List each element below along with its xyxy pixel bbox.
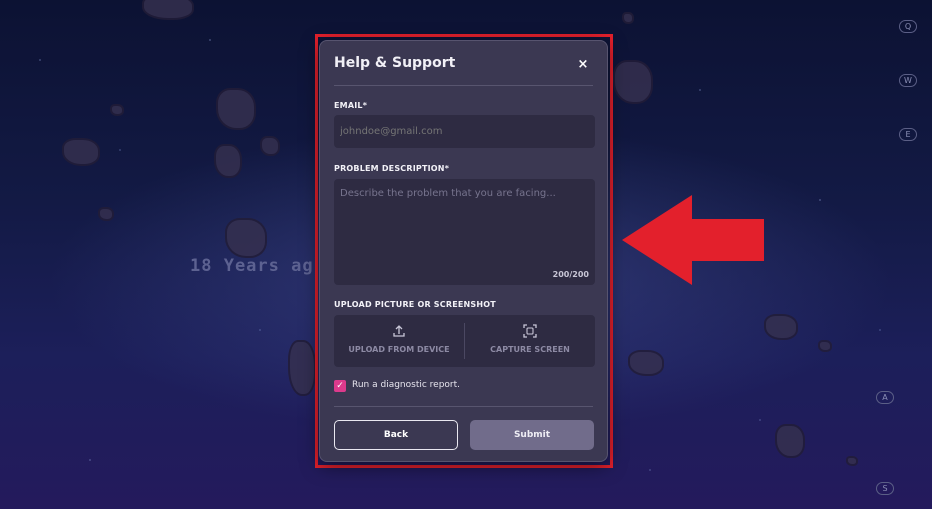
- key-hint-q: Q: [899, 20, 917, 33]
- submit-button[interactable]: Submit: [470, 420, 594, 450]
- asteroid: [214, 144, 242, 178]
- upload-box: UPLOAD FROM DEVICE CAPTURE SCREEN: [334, 315, 595, 367]
- asteroid: [62, 138, 100, 166]
- header-divider: [334, 85, 593, 86]
- asteroid: [613, 60, 653, 104]
- check-icon: ✓: [336, 381, 344, 391]
- diagnostic-label: Run a diagnostic report.: [352, 380, 461, 390]
- asteroid: [288, 340, 316, 396]
- footer-divider: [334, 406, 593, 407]
- asteroid: [775, 424, 805, 458]
- upload-from-device-label: UPLOAD FROM DEVICE: [348, 345, 450, 354]
- arrow-annotation: [622, 195, 764, 285]
- diagnostic-checkbox[interactable]: ✓: [334, 380, 346, 392]
- key-hint-s: S: [876, 482, 894, 495]
- close-icon[interactable]: ×: [575, 57, 591, 73]
- upload-label: UPLOAD PICTURE OR SCREENSHOT: [334, 300, 496, 309]
- upload-icon: [334, 324, 464, 338]
- email-label: EMAIL*: [334, 101, 368, 110]
- asteroid: [98, 207, 114, 221]
- character-counter: 200/200: [552, 270, 589, 279]
- capture-screen-icon: [465, 324, 595, 338]
- problem-description-label: PROBLEM DESCRIPTION*: [334, 164, 450, 173]
- key-hint-w: W: [899, 74, 917, 87]
- capture-screen-button[interactable]: CAPTURE SCREEN: [465, 315, 595, 367]
- modal-title: Help & Support: [334, 55, 456, 71]
- asteroid: [110, 104, 124, 116]
- capture-screen-label: CAPTURE SCREEN: [490, 345, 570, 354]
- problem-description-placeholder: Describe the problem that you are facing…: [340, 188, 556, 199]
- key-hint-a: A: [876, 391, 894, 404]
- asteroid: [622, 12, 634, 24]
- asteroid: [260, 136, 280, 156]
- asteroid: [846, 456, 858, 466]
- key-hint-e: E: [899, 128, 917, 141]
- email-field[interactable]: [334, 115, 595, 148]
- asteroid: [764, 314, 798, 340]
- asteroid: [142, 0, 194, 20]
- back-button[interactable]: Back: [334, 420, 458, 450]
- asteroid: [628, 350, 664, 376]
- asteroid: [818, 340, 832, 352]
- problem-description-field[interactable]: Describe the problem that you are facing…: [334, 179, 595, 285]
- modal-header: Help & Support ×: [334, 55, 593, 85]
- help-support-modal: Help & Support × EMAIL* PROBLEM DESCRIPT…: [319, 40, 608, 462]
- asteroid: [216, 88, 256, 130]
- upload-from-device-button[interactable]: UPLOAD FROM DEVICE: [334, 315, 464, 367]
- asteroid: [225, 218, 267, 258]
